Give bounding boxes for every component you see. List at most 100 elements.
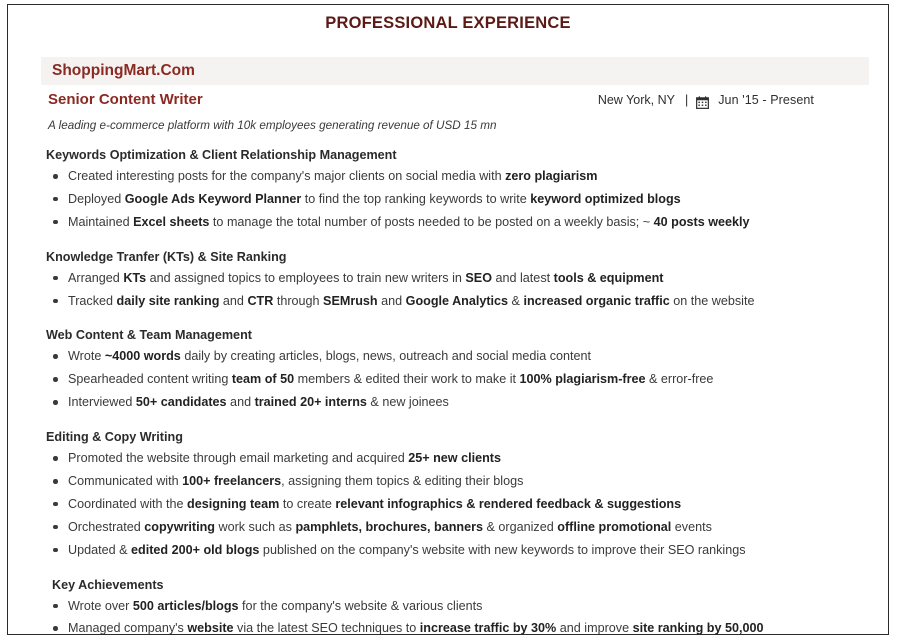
bullet-text: via the latest SEO techniques to [233, 621, 420, 635]
bullet-text: & new joinees [366, 395, 449, 410]
bullet-text: Managed company's [68, 621, 188, 635]
bullet-emphasis: Google Analytics [405, 293, 509, 308]
bullet-dot-icon [53, 196, 58, 202]
bullet-text: Tracked [68, 293, 117, 308]
list-item: Maintained Excel sheets to manage the to… [53, 211, 888, 234]
bullet-list: Promoted the website through email marke… [8, 447, 888, 561]
experience-group: Editing & Copy Writing Promoted the websi… [8, 430, 888, 561]
bullet-emphasis: Google Ads Keyword Planner [124, 191, 302, 206]
bullet-emphasis: 25+ new clients [408, 451, 501, 466]
bullet-emphasis: 100% plagiarism-free [519, 372, 646, 387]
bullet-emphasis: increase traffic by 30% [419, 621, 557, 635]
company-name: ShoppingMart.Com [52, 62, 195, 79]
bullet-dot-icon [53, 275, 58, 281]
bullet-text: Promoted the website through email marke… [68, 451, 409, 466]
list-item: Wrote over 500 articles/blogs for the co… [53, 595, 888, 618]
calendar-icon [696, 95, 710, 109]
bullet-text: and assigned topics to employees to trai… [146, 270, 466, 285]
bullet-text: and improve [556, 621, 633, 635]
group-heading: Web Content & Team Management [46, 328, 252, 343]
bullet-text: Created interesting posts for the compan… [68, 169, 506, 183]
bullet-text: published on the company's website with … [259, 542, 746, 557]
bullet-list: Wrote ~4000 words daily by creating arti… [8, 345, 888, 414]
bullet-emphasis: team of 50 [231, 372, 295, 387]
bullet-dot-icon [53, 354, 58, 359]
bullet-text: Wrote over [68, 598, 133, 613]
bullet-list: Created interesting posts for the compan… [8, 165, 888, 234]
bullet-dot-icon [53, 626, 58, 631]
bullet-text: to create [279, 496, 336, 511]
bullet-text: & error-free [645, 372, 714, 387]
bullet-text: Coordinated with the [68, 496, 188, 511]
resume-page: PROFESSIONAL EXPERIENCE ShoppingMart.Com… [7, 4, 889, 635]
bullet-emphasis: trained 20+ interns [254, 395, 367, 410]
bullet-emphasis: 500 articles/blogs [132, 598, 239, 613]
bullet-text: Maintained [68, 214, 134, 229]
list-item: Coordinated with the designing team to c… [53, 493, 888, 516]
bullet-emphasis: 100+ freelancers [182, 474, 282, 489]
list-item: Spearheaded content writing team of 50 m… [53, 368, 888, 391]
bullet-text: & organized [483, 519, 558, 534]
experience-group: Keywords Optimization & Client Relations… [8, 148, 888, 234]
bullet-list: Arranged KTs and assigned topics to empl… [8, 267, 888, 313]
bullet-dot-icon [53, 174, 58, 179]
experience-group: Knowledge Tranfer (KTs) & Site Ranking Ar… [8, 250, 888, 313]
meta-separator: | [684, 93, 689, 107]
bullet-text: and [377, 293, 406, 308]
list-item: Wrote ~4000 words daily by creating arti… [53, 345, 888, 368]
job-meta: New York, NY | Jun '15 - Present [597, 93, 814, 109]
bullet-emphasis: 50+ candidates [135, 395, 227, 410]
list-item: Tracked daily site ranking and CTR throu… [53, 290, 888, 313]
group-heading: Keywords Optimization & Client Relations… [46, 148, 397, 162]
bullet-emphasis: zero plagiarism [505, 169, 598, 183]
bullet-text: work such as [214, 519, 296, 534]
bullet-emphasis: pamphlets, brochures, banners [295, 519, 484, 534]
bullet-dot-icon [53, 456, 58, 461]
bullet-text: , assigning them topics & editing their … [281, 474, 524, 489]
list-item: Interviewed 50+ candidates and trained 2… [53, 391, 888, 414]
list-item: Promoted the website through email marke… [53, 447, 888, 470]
bullet-text: members & edited their work to make it [294, 372, 520, 387]
bullet-emphasis: SEMrush [323, 293, 378, 308]
bullet-emphasis: increased organic traffic [523, 293, 670, 308]
bullet-emphasis: offline promotional [557, 519, 672, 534]
bullet-text: through [273, 293, 324, 308]
group-heading: Key Achievements [52, 577, 164, 592]
bullet-text: Wrote [68, 349, 105, 364]
list-item: Managed company's website via the latest… [53, 617, 888, 635]
bullet-text: Orchestrated [68, 519, 145, 534]
list-item: Updated & edited 200+ old blogs publishe… [53, 539, 888, 562]
bullet-emphasis: copywriting [144, 519, 215, 534]
bullet-text: Deployed [68, 191, 125, 206]
list-item: Orchestrated copywriting work such as pa… [53, 516, 888, 539]
bullet-text: to manage the total number of posts need… [209, 214, 654, 229]
bullet-dot-icon [53, 219, 58, 225]
bullet-text: events [671, 519, 712, 534]
bullet-dot-icon [53, 298, 58, 304]
list-item: Communicated with 100+ freelancers, assi… [53, 470, 888, 493]
list-item: Deployed Google Ads Keyword Planner to f… [53, 188, 888, 211]
bullet-text: and [219, 293, 248, 308]
job-location: New York, NY [597, 93, 675, 107]
bullet-text: Arranged [68, 270, 124, 285]
bullet-dot-icon [53, 501, 58, 507]
company-band: ShoppingMart.Com [41, 57, 869, 85]
group-heading: Editing & Copy Writing [46, 430, 183, 445]
bullet-text: & [508, 293, 524, 308]
bullet-dot-icon [53, 400, 58, 405]
bullet-emphasis: daily site ranking [116, 293, 220, 308]
bullet-dot-icon [53, 377, 58, 382]
bullet-dot-icon [53, 479, 58, 484]
bullet-text: to find the top ranking keywords to writ… [301, 191, 531, 206]
bullet-emphasis: relevant infographics & rendered feedbac… [335, 496, 682, 511]
bullet-emphasis: designing team [187, 496, 280, 511]
experience-group: Web Content & Team Management Wrote ~4000… [8, 328, 888, 414]
bullet-text: and latest [492, 270, 554, 285]
page-title: PROFESSIONAL EXPERIENCE [325, 14, 571, 32]
bullet-emphasis: 40 posts weekly [653, 214, 750, 229]
bullet-dot-icon [53, 603, 58, 609]
bullet-text: and [226, 395, 255, 410]
bullet-text: for the company's website & various clie… [238, 598, 483, 613]
job-dates: Jun '15 - Present [718, 93, 814, 107]
bullet-list: Wrote over 500 articles/blogs for the co… [8, 595, 888, 635]
